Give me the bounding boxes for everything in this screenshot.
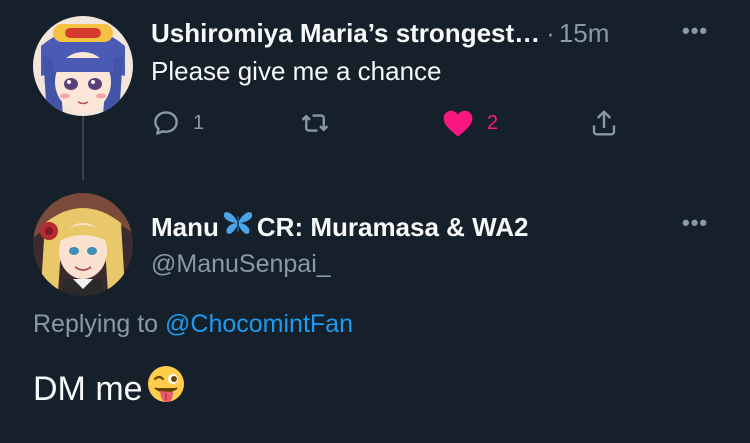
reply-button[interactable]: 1 [151,108,204,138]
replying-label: Replying to [33,310,159,338]
replying-to-line: Replying to @ChocomintFan [33,310,353,339]
tweet-author-line: Ushiromiya Maria’s strongest… · 15m [151,18,609,49]
more-options-icon[interactable]: ••• [682,210,708,236]
reply-icon [154,111,178,135]
avatar[interactable] [33,16,133,116]
tweet-author-line: Manu CR: Muramasa & WA2 [151,210,529,243]
winking-tongue-emoji-icon [145,364,187,415]
tweet-action-bar: 1 2 [151,108,631,142]
share-button[interactable] [589,108,619,138]
mention-link[interactable]: @ChocomintFan [165,310,353,338]
like-button[interactable]: 2 [441,108,498,138]
reply-count: 1 [193,111,205,134]
display-name-part1[interactable]: Manu [151,212,219,243]
avatar[interactable] [33,193,133,296]
display-name-part2[interactable]: CR: Muramasa & WA2 [257,212,529,243]
separator-dot: · [546,18,555,48]
like-count: 2 [487,111,499,134]
timestamp[interactable]: 15m [559,18,610,49]
display-name[interactable]: Ushiromiya Maria’s strongest… [151,18,540,49]
tweet-text: DM me [33,370,143,408]
more-options-icon[interactable]: ••• [682,18,708,44]
butterfly-emoji-icon [223,210,253,241]
heart-icon [443,110,473,137]
tweet-text-container: DM me [33,364,187,415]
user-handle[interactable]: @ManuSenpai_ [151,250,331,279]
share-icon [592,110,616,136]
retweet-button[interactable] [299,108,331,138]
retweet-icon [301,114,329,132]
tweet-text: Please give me a chance [151,56,442,86]
